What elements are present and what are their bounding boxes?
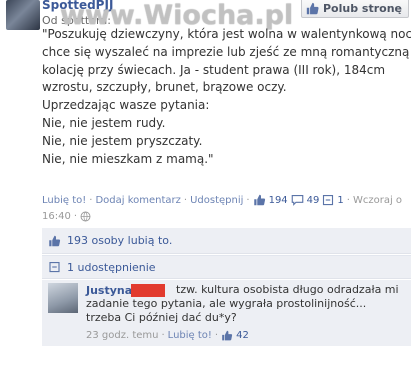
thumb-up-icon [306,2,319,14]
comment-author-link[interactable]: Justyna [86,284,132,297]
comment-icon [291,194,303,206]
comment-like-link[interactable]: Lubię to! [168,330,212,341]
likes-count-link[interactable]: 193 osoby lubią to. [67,234,172,247]
comment-count[interactable]: 49 [307,195,320,206]
comment-line: trzeba Ci później dać du*y? [86,311,237,324]
post-line: Nie, nie mieszkam z mamą." [42,151,214,166]
comment-line: zadanie tego pytania, ale wygrała prosto… [86,297,367,310]
separator-dot: · [246,194,250,206]
separator-dot: · [214,330,219,341]
share-icon [323,194,334,206]
post-line: Uprzedzając wasze pytania: [42,98,210,113]
separator-dot: · [346,194,350,206]
globe-icon [80,211,91,222]
separator-dot: · [89,194,93,206]
post-line: "Poszukuję dziewczyny, która jest wolna … [42,27,411,41]
post-line: kolację przy świecach. Ja - student praw… [42,62,386,77]
thumb-up-icon [222,330,233,341]
comment-meta: 23 godz. temu · Lubię to! · 42 [86,330,249,341]
thumb-up-icon [253,194,265,206]
redaction-bar [131,284,165,297]
likes-summary: 193 osoby lubią to. [42,228,411,254]
like-link[interactable]: Lubię to! [42,195,86,206]
share-icon [49,261,60,273]
comment-like-count[interactable]: 42 [236,330,249,341]
post-line: chce się wyszaleć na imprezie lub zjeść … [42,44,410,59]
separator-dot: · [73,211,78,222]
post-action-bar: Lubię to! · Dodaj komentarz · Udostępnij… [42,194,402,206]
separator-dot: · [161,330,165,341]
page-name-link[interactable]: SpottedPJJ [42,0,113,12]
like-page-button[interactable]: Polub stronę [300,0,409,18]
comment-text: tzw. kultura osobista długo odradzała mi [176,283,399,296]
separator-dot: · [183,194,188,206]
shares-summary: 1 udostępnienie [42,255,411,279]
share-link[interactable]: Udostępnij [190,195,243,206]
share-count[interactable]: 1 [337,195,343,206]
post-line: Nie, nie jestem pryszczaty. [42,133,203,148]
like-page-label: Polub stronę [322,1,402,15]
post-time-row: 16:40 · [42,211,91,222]
add-comment-link[interactable]: Dodaj komentarz [95,195,180,206]
post-line: Nie, nie jestem rudy. [42,115,166,130]
post-line: wzrostu, szczupły, brunet, brązowe oczy. [42,80,287,95]
thumb-up-icon [49,235,61,246]
comment-time[interactable]: 23 godz. temu [86,330,158,341]
commenter-avatar[interactable] [48,283,78,313]
shares-count-link[interactable]: 1 udostępnienie [67,261,156,274]
page-avatar[interactable] [6,0,40,30]
post-time-b[interactable]: 16:40 [42,211,71,222]
post-body: "Poszukuję dziewczyny, która jest wolna … [42,26,411,168]
post-time-a[interactable]: Wczoraj o [353,195,402,206]
like-count[interactable]: 194 [269,195,288,206]
